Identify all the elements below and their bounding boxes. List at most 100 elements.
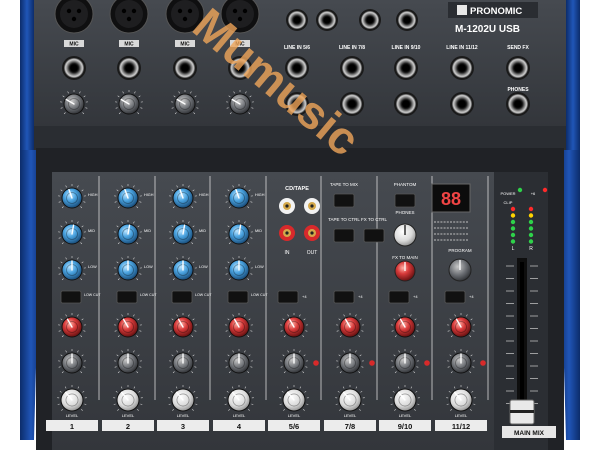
meter-led	[529, 239, 533, 243]
eq-mid-label-3: MID	[199, 229, 206, 233]
line-in-label-1: LINE IN 5/6	[284, 45, 310, 51]
mic-line-jack-1[interactable]	[62, 56, 86, 80]
low-cut-switch-2[interactable]	[117, 291, 137, 303]
mic-line-jack-3[interactable]	[173, 56, 197, 80]
channel-number-1: 1	[70, 422, 74, 431]
model-name: M-1202U USB	[455, 24, 520, 35]
fx-to-ctrl-switch[interactable]	[364, 229, 384, 242]
peak-led-7	[424, 360, 430, 366]
mixer-svg: PRONOMIC M-1202U USB MICMICMICMIC LINE I…	[0, 0, 600, 450]
mic-line-jack-2[interactable]	[117, 56, 141, 80]
cd-tape-label: CD/TAPE	[285, 186, 309, 192]
tape-to-mix-switch[interactable]	[334, 194, 354, 207]
meter-label-plus6: +6	[531, 191, 536, 196]
mic-label-1: MIC	[69, 42, 79, 48]
eq-high-label-2: HIGH	[144, 193, 154, 197]
top-phones-label: PHONES	[507, 87, 529, 93]
line-in-right-jack-4[interactable]	[450, 92, 474, 116]
meter-label-power: POWER	[500, 191, 515, 196]
pad-switch-5[interactable]	[278, 291, 298, 303]
pad-switch-7[interactable]	[389, 291, 409, 303]
tape-to-ctrl-label: TAPE TO CTRL	[328, 217, 360, 222]
right-side-cheek	[566, 0, 580, 150]
line-in-left-jack-2[interactable]	[340, 56, 364, 80]
pad-label-6: +4	[358, 294, 363, 299]
meter-led	[529, 220, 533, 224]
brand-name: PRONOMIC	[470, 6, 522, 17]
rca-in-label: IN	[285, 250, 290, 256]
line-in-label-4: LINE IN 11/12	[446, 45, 478, 51]
line-in-left-jack-3[interactable]	[394, 56, 418, 80]
pad-label-8: +4	[469, 294, 474, 299]
line-in-label-2: LINE IN 7/8	[339, 45, 365, 51]
left-side-cheek	[20, 0, 34, 150]
phantom-switch[interactable]	[395, 194, 415, 207]
mic-label-2: MIC	[124, 42, 134, 48]
xlr-input-1[interactable]	[55, 0, 93, 33]
tape-to-mix-label: TAPE TO MIX	[330, 182, 358, 187]
pad-switch-8[interactable]	[445, 291, 465, 303]
main-mix-label: MAIN MIX	[514, 430, 545, 437]
low-cut-switch-4[interactable]	[228, 291, 248, 303]
meter-led	[511, 233, 515, 237]
plus6-led	[543, 188, 547, 192]
level-label-3: LEVEL	[177, 413, 190, 418]
channel-panel	[52, 172, 494, 450]
pad-switch-6[interactable]	[334, 291, 354, 303]
level-label-4: LEVEL	[233, 413, 246, 418]
xlr-input-2[interactable]	[110, 0, 148, 33]
meter-led	[511, 220, 515, 224]
low-cut-label-4: LOW CUT	[251, 293, 268, 297]
eq-high-label-3: HIGH	[199, 193, 209, 197]
channel-number-2: 2	[126, 422, 130, 431]
phones-jack[interactable]	[506, 92, 530, 116]
level-label-5: LEVEL	[288, 413, 301, 418]
line-in-left-jack-4[interactable]	[450, 56, 474, 80]
fx-display-digits: 88	[441, 189, 461, 209]
send-fx-jack[interactable]	[506, 56, 530, 80]
tape-to-ctrl-switch[interactable]	[334, 229, 354, 242]
eq-low-label-4: LOW	[255, 265, 264, 269]
channel-number-8: 11/12	[452, 422, 470, 431]
level-label-7: LEVEL	[399, 413, 412, 418]
stereo-return-jack-3[interactable]	[359, 9, 381, 31]
meter-label-r: R	[529, 246, 533, 252]
meter-led	[529, 226, 533, 230]
fx-to-main-label: FX TO MAIN	[392, 255, 418, 260]
eq-low-label-3: LOW	[199, 265, 208, 269]
mixer-photo: PRONOMIC M-1202U USB MICMICMICMIC LINE I…	[0, 0, 600, 450]
eq-high-label-1: HIGH	[88, 193, 98, 197]
level-label-8: LEVEL	[455, 413, 468, 418]
meter-led	[511, 226, 515, 230]
pad-label-7: +4	[413, 294, 418, 299]
send-fx-label: SEND FX	[507, 45, 529, 51]
channel-number-6: 7/8	[345, 422, 355, 431]
meter-led	[529, 213, 533, 217]
low-cut-label-1: LOW CUT	[84, 293, 101, 297]
channel-number-3: 3	[181, 422, 185, 431]
stereo-return-jack-2[interactable]	[316, 9, 338, 31]
program-label: PROGRAM	[448, 248, 472, 253]
fx-to-ctrl-label: FX TO CTRL	[361, 217, 388, 222]
stereo-return-jack-4[interactable]	[396, 9, 418, 31]
eq-mid-label-1: MID	[88, 229, 95, 233]
eq-low-label-1: LOW	[88, 265, 97, 269]
stereo-return-jack-1[interactable]	[286, 9, 308, 31]
rca-out-label: OUT	[307, 250, 318, 256]
pad-label-5: +4	[302, 294, 307, 299]
meter-label-l: L	[512, 246, 515, 252]
low-cut-label-2: LOW CUT	[140, 293, 157, 297]
meter-led	[511, 239, 515, 243]
power-led	[518, 188, 522, 192]
peak-led-6	[369, 360, 375, 366]
level-label-2: LEVEL	[122, 413, 135, 418]
low-cut-switch-1[interactable]	[61, 291, 81, 303]
meter-label-clip: CLIP	[504, 200, 513, 205]
meter-led	[529, 207, 533, 211]
low-cut-switch-3[interactable]	[172, 291, 192, 303]
line-in-right-jack-3[interactable]	[394, 92, 418, 116]
eq-mid-label-2: MID	[144, 229, 151, 233]
meter-led	[511, 207, 515, 211]
level-label-6: LEVEL	[344, 413, 357, 418]
low-cut-label-3: LOW CUT	[195, 293, 212, 297]
